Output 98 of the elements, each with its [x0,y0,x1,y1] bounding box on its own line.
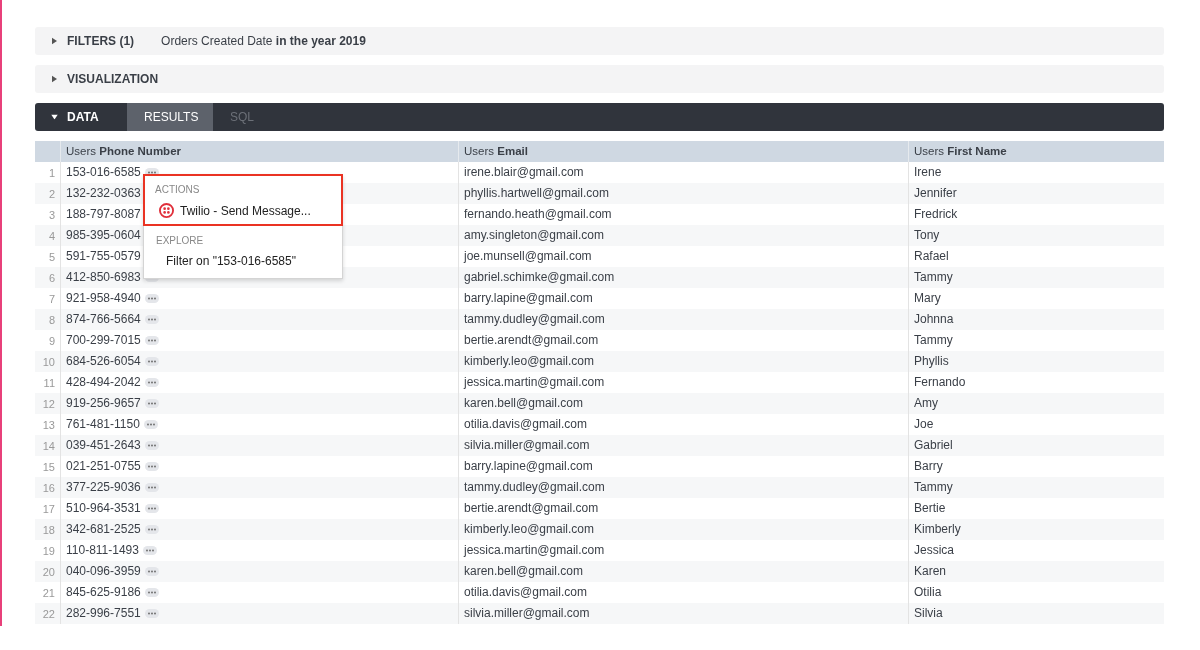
table-cell: Amy [908,393,1164,414]
more-icon[interactable] [144,588,159,597]
table-cell: Jennifer [908,183,1164,204]
more-icon[interactable] [144,525,159,534]
table-cell-text: 132-232-0363 [66,185,141,202]
more-icon[interactable] [144,483,159,492]
more-icon[interactable] [144,567,159,576]
table-cell: amy.singleton@gmail.com [458,225,908,246]
visualization-bar[interactable]: VISUALIZATION [35,65,1164,93]
row-number: 5 [47,250,56,263]
row-number: 15 [41,460,56,473]
twilio-icon [159,203,174,218]
menu-heading: ACTIONS [155,184,201,195]
table-cell-text: 377-225-9036 [66,479,141,496]
more-icon[interactable] [144,399,159,408]
table-cell: Tony [908,225,1164,246]
table-cell-text: 684-526-6054 [66,353,141,370]
table-cell-text: 039-451-2643 [66,437,141,454]
more-icon[interactable] [144,378,159,387]
row-number: 10 [41,355,56,368]
table-cell: phyllis.hartwell@gmail.com [458,183,908,204]
table-cell-text: 700-299-7015 [66,332,141,349]
table-cell-text: 761-481-1150 [66,416,140,433]
more-icon[interactable] [144,357,159,366]
column-header[interactable]: Users First Name [908,141,1164,162]
table-cell: Tammy [908,267,1164,288]
table-cell: Gabriel [908,435,1164,456]
row-number: 2 [47,187,56,200]
tab[interactable]: RESULTS [127,103,213,131]
row-number: 6 [47,271,56,284]
row-number: 12 [41,397,56,410]
column-header[interactable]: Users Phone Number [60,141,458,162]
more-icon[interactable] [144,609,159,618]
row-number: 8 [47,313,56,326]
table-cell: kimberly.leo@gmail.com [458,519,908,540]
row-number: 16 [41,481,56,494]
row-number: 1 [47,166,56,179]
table-cell: tammy.dudley@gmail.com [458,477,908,498]
table-cell: Kimberly [908,519,1164,540]
table-cell: tammy.dudley@gmail.com [458,309,908,330]
table-cell: karen.bell@gmail.com [458,393,908,414]
table-cell: gabriel.schimke@gmail.com [458,267,908,288]
table-cell: kimberly.leo@gmail.com [458,351,908,372]
table-cell-text: 921-958-4940 [66,290,141,307]
table-cell-text: 874-766-5664 [66,311,141,328]
row-number: 21 [41,586,56,599]
table-cell-text: 985-395-0604 [66,227,141,244]
table-cell-text: 845-625-9186 [66,584,141,601]
more-icon[interactable] [144,336,159,345]
filter-summary: Orders Created Date in the year 2019 [161,34,366,48]
row-number: 14 [41,439,56,452]
more-icon[interactable] [144,462,159,471]
table-cell-text: 412-850-6983 [66,269,141,286]
table-cell: Silvia [908,603,1164,624]
table-cell-text: 110-811-1493 [66,542,139,559]
row-number: 18 [41,523,56,536]
table-cell-text: 510-964-3531 [66,500,141,517]
row-number: 17 [41,502,56,515]
menu-item[interactable]: Filter on "153-016-6585" [156,252,332,270]
table-cell: Johnna [908,309,1164,330]
table-cell-text: 188-797-8087 [66,206,141,223]
row-number: 11 [42,376,56,389]
table-cell: Tammy [908,477,1164,498]
row-number: 9 [47,334,56,347]
filters-bar[interactable]: FILTERS (1) Orders Created Date in the year 2019 [35,27,1164,55]
menu-heading: EXPLORE [156,235,205,246]
table-cell: silvia.miller@gmail.com [458,603,908,624]
row-number: 19 [41,544,56,557]
row-number: 20 [41,565,56,578]
more-icon[interactable] [144,294,159,303]
table-cell-text: 153-016-6585 [66,164,141,181]
table-cell-text: 919-256-9657 [66,395,141,412]
table-cell-text: 040-096-3959 [66,563,141,580]
table-cell: karen.bell@gmail.com [458,561,908,582]
row-number: 4 [47,229,56,242]
filters-label: FILTERS (1) [67,34,135,48]
table-cell: silvia.miller@gmail.com [458,435,908,456]
table-cell-text: 428-494-2042 [66,374,141,391]
row-number: 7 [47,292,56,305]
table-cell-text: 342-681-2525 [66,521,141,538]
more-icon[interactable] [142,546,157,555]
data-label: DATA [67,110,99,124]
more-icon[interactable] [143,420,158,429]
more-icon[interactable] [144,315,159,324]
table-cell-text: 591-755-0579 [66,248,141,265]
row-number: 13 [41,418,56,431]
table-cell-text: 282-996-7551 [66,605,141,622]
table-cell-text: 021-251-0755 [66,458,141,475]
menu-item[interactable]: Twilio - Send Message... [155,201,333,220]
column-header[interactable]: Users Email [458,141,908,162]
more-icon[interactable] [144,441,159,450]
data-toggle[interactable]: DATA [35,103,127,131]
table-cell: Phyllis [908,351,1164,372]
visualization-label: VISUALIZATION [67,72,159,86]
row-number: 3 [47,208,56,221]
table-cell: Karen [908,561,1164,582]
more-icon[interactable] [144,504,159,513]
row-number: 22 [41,607,56,620]
